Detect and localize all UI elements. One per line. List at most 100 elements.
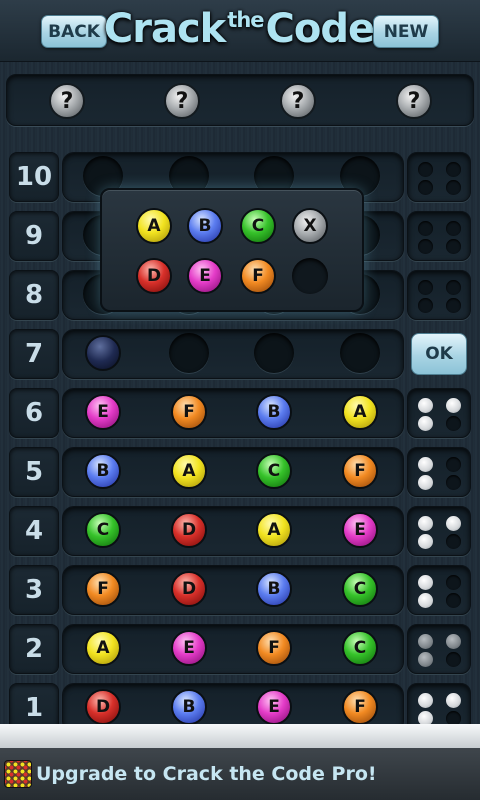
title-word-crack: Crack xyxy=(103,6,226,52)
guess-peg: B xyxy=(171,689,207,725)
feedback-dot xyxy=(446,180,461,195)
row-number: 9 xyxy=(9,211,59,261)
feedback-dot xyxy=(418,634,433,649)
feedback-dot xyxy=(418,516,433,531)
guess-peg: F xyxy=(85,571,121,607)
guess-peg: E xyxy=(171,630,207,666)
feedback-pegs xyxy=(407,152,471,202)
upgrade-banner[interactable]: Upgrade to Crack the Code Pro! xyxy=(0,748,480,800)
feedback-dot xyxy=(446,534,461,549)
feedback-pegs xyxy=(407,447,471,497)
guess-peg: E xyxy=(85,394,121,430)
guess-peg: D xyxy=(171,512,207,548)
palette-peg-b[interactable]: B xyxy=(187,208,223,244)
guess-peg: C xyxy=(342,630,378,666)
row-number: 5 xyxy=(9,447,59,497)
row-number: 4 xyxy=(9,506,59,556)
feedback-pegs xyxy=(407,388,471,438)
palette-peg-f[interactable]: F xyxy=(240,258,276,294)
feedback-pegs xyxy=(407,211,471,261)
app-title: Crack the Code xyxy=(104,6,375,56)
guess-peg: F xyxy=(342,689,378,725)
feedback-dot xyxy=(418,180,433,195)
feedback-dot xyxy=(418,457,433,472)
hidden-peg: ? xyxy=(49,83,85,119)
row-number: 8 xyxy=(9,270,59,320)
feedback-dot xyxy=(418,298,433,313)
feedback-dot xyxy=(418,280,433,295)
guess-row: AEFC xyxy=(62,624,404,674)
feedback-dot xyxy=(418,239,433,254)
feedback-pegs xyxy=(407,565,471,615)
feedback-dot xyxy=(418,693,433,708)
palette-empty-slot xyxy=(292,258,328,294)
feedback-dot xyxy=(418,593,433,608)
row-number: 10 xyxy=(9,152,59,202)
feedback-dot xyxy=(446,398,461,413)
ok-button[interactable]: OK xyxy=(411,333,467,375)
palette-peg-d[interactable]: D xyxy=(136,258,172,294)
palette-clear-peg[interactable]: X xyxy=(292,208,328,244)
feedback-dot xyxy=(418,416,433,431)
new-game-button[interactable]: NEW xyxy=(373,15,439,48)
feedback-pegs xyxy=(407,270,471,320)
hidden-peg: ? xyxy=(280,83,316,119)
feedback-dot xyxy=(446,575,461,590)
selected-slot[interactable] xyxy=(85,335,121,371)
guess-peg: C xyxy=(85,512,121,548)
feedback-pegs xyxy=(407,506,471,556)
row-number: 6 xyxy=(9,388,59,438)
feedback-dot xyxy=(418,652,433,667)
guess-peg: C xyxy=(342,571,378,607)
feedback-dot xyxy=(446,162,461,177)
feedback-dot xyxy=(418,475,433,490)
feedback-dot xyxy=(446,634,461,649)
feedback-dot xyxy=(446,280,461,295)
row-number: 2 xyxy=(9,624,59,674)
guess-peg: F xyxy=(171,394,207,430)
guess-peg: B xyxy=(256,394,292,430)
palette-peg-c[interactable]: C xyxy=(240,208,276,244)
feedback-dot xyxy=(446,693,461,708)
palette-peg-e[interactable]: E xyxy=(187,258,223,294)
feedback-dot xyxy=(418,221,433,236)
guess-row: BACF xyxy=(62,447,404,497)
feedback-dot xyxy=(446,593,461,608)
feedback-dot xyxy=(446,475,461,490)
guess-peg: C xyxy=(256,453,292,489)
header-bar: BACK Crack the Code NEW xyxy=(0,0,480,62)
guess-peg: A xyxy=(256,512,292,548)
palette-peg-a[interactable]: A xyxy=(136,208,172,244)
upgrade-text[interactable]: Upgrade to Crack the Code Pro! xyxy=(36,763,377,785)
guess-row: CDAE xyxy=(62,506,404,556)
feedback-dot xyxy=(446,457,461,472)
guess-peg: B xyxy=(85,453,121,489)
empty-slot[interactable] xyxy=(169,333,209,373)
guess-peg: A xyxy=(171,453,207,489)
feedback-dot xyxy=(418,575,433,590)
title-word-code: Code xyxy=(265,6,376,52)
guess-peg: A xyxy=(342,394,378,430)
title-word-the: the xyxy=(227,8,264,32)
guess-row: EFBA xyxy=(62,388,404,438)
row-number: 3 xyxy=(9,565,59,615)
row-number: 7 xyxy=(9,329,59,379)
feedback-dot xyxy=(418,398,433,413)
feedback-dot xyxy=(446,416,461,431)
guess-row xyxy=(62,329,404,379)
guess-peg: E xyxy=(342,512,378,548)
empty-slot[interactable] xyxy=(340,333,380,373)
hidden-peg: ? xyxy=(396,83,432,119)
color-palette-popup: A B C X D E F xyxy=(100,188,364,312)
back-button[interactable]: BACK xyxy=(41,15,107,48)
guess-peg: F xyxy=(342,453,378,489)
empty-slot[interactable] xyxy=(254,333,294,373)
secret-code-row: ? ? ? ? xyxy=(6,74,474,126)
feedback-dot xyxy=(446,516,461,531)
feedback-dot xyxy=(418,162,433,177)
hidden-peg: ? xyxy=(164,83,200,119)
feedback-dot xyxy=(446,298,461,313)
feedback-dot xyxy=(446,652,461,667)
guess-peg: E xyxy=(256,689,292,725)
game-board-icon xyxy=(4,760,32,788)
